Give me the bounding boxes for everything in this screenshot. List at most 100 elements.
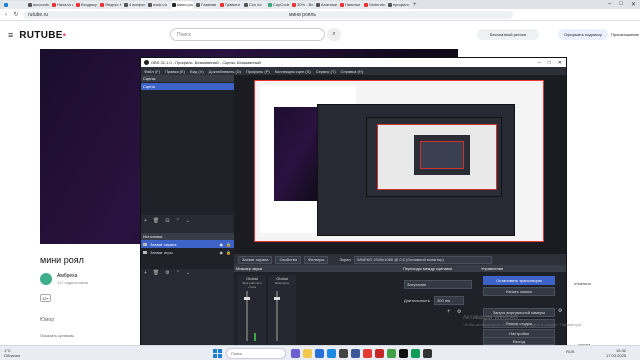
browser-tab[interactable]: Сок ло bbox=[243, 0, 266, 9]
app-icon[interactable] bbox=[411, 349, 420, 358]
edge-icon[interactable] bbox=[315, 349, 324, 358]
obs-logo-icon bbox=[144, 60, 149, 65]
store-icon[interactable] bbox=[327, 349, 336, 358]
obs-icon[interactable] bbox=[399, 349, 408, 358]
browser-tab[interactable]: Гравити bbox=[219, 0, 242, 9]
search-input[interactable]: Поиск bbox=[170, 28, 325, 41]
app-icon[interactable] bbox=[363, 349, 372, 358]
close-icon[interactable]: ✕ bbox=[631, 1, 636, 8]
search-icon[interactable]: ⌕ bbox=[327, 28, 341, 41]
obs-menu-item[interactable]: Коллекция сцен (S) bbox=[275, 69, 311, 74]
start-recording-button[interactable]: Начать запись bbox=[483, 287, 555, 296]
browser-tab[interactable]: Анатомия bbox=[315, 0, 338, 9]
obs-title: OBS 31.1.0 - Профиль: Безымянный - Сцены… bbox=[151, 60, 261, 65]
browser-tab[interactable]: Главная bbox=[195, 0, 218, 9]
add-icon[interactable]: + bbox=[144, 270, 147, 276]
up-icon[interactable]: ⌃ bbox=[175, 218, 179, 224]
gear-icon[interactable]: ⚙ bbox=[165, 270, 169, 276]
trash-icon[interactable]: 🗑 bbox=[153, 270, 159, 276]
subscribe-button[interactable]: Оформить подписку bbox=[558, 29, 608, 40]
login-button[interactable]: Произношение bbox=[611, 29, 639, 40]
new-tab-button[interactable]: + bbox=[413, 2, 417, 8]
screen-select[interactable]: ЗАЧЕКО 1920x1080 @ 0,0 (Основной монитор… bbox=[353, 255, 492, 264]
scene-toolbar: + 🗑 ⊟ ⌃ ⌄ bbox=[141, 216, 234, 225]
eye-icon[interactable]: ◉ bbox=[220, 242, 224, 247]
minimize-icon[interactable]: – bbox=[608, 1, 611, 8]
app-icon[interactable] bbox=[351, 349, 360, 358]
gear-icon[interactable]: ⚙ bbox=[558, 308, 562, 314]
filter-icon[interactable]: ⊟ bbox=[165, 218, 169, 224]
obs-close-icon[interactable]: ✕ bbox=[558, 60, 562, 66]
obs-menu-item[interactable]: Доктаблевать (D) bbox=[209, 69, 241, 74]
lock-icon[interactable]: 🔒 bbox=[226, 242, 231, 247]
obs-menu-item[interactable]: Профиль (P) bbox=[246, 69, 270, 74]
obs-menu-item[interactable]: Вид (V) bbox=[190, 69, 204, 74]
task-view-icon[interactable] bbox=[291, 349, 300, 358]
obs-menu-item[interactable]: Файл (F) bbox=[144, 69, 160, 74]
taskbar-search-input[interactable]: Поиск bbox=[226, 348, 286, 359]
down-icon[interactable]: ⌄ bbox=[186, 218, 190, 224]
rutube-logo[interactable]: RUTUBE bbox=[19, 30, 62, 41]
clock-date: 17.03.2025 bbox=[606, 353, 627, 358]
filters-button[interactable]: Фильтры bbox=[304, 255, 329, 264]
add-icon[interactable]: + bbox=[447, 309, 451, 315]
fader-knob[interactable] bbox=[274, 297, 280, 300]
browser-tab[interactable]: Входящие bbox=[75, 0, 98, 9]
duration-input[interactable]: 300 ms bbox=[434, 296, 464, 305]
tray-lang[interactable]: RUS bbox=[566, 349, 574, 354]
file-explorer-icon[interactable] bbox=[303, 349, 312, 358]
menu-icon[interactable]: ≡ bbox=[8, 30, 13, 40]
browser-tab[interactable]: CopCode bbox=[267, 0, 290, 9]
properties-button[interactable]: Свойства bbox=[275, 255, 302, 264]
gear-icon[interactable]: ⚙ bbox=[457, 309, 461, 315]
browser-tab[interactable]: Начало игр bbox=[51, 0, 74, 9]
free-region-button[interactable]: Бесплатный регион bbox=[477, 29, 539, 40]
browser-tab[interactable]: accounts bbox=[27, 0, 50, 9]
app-icon[interactable] bbox=[423, 349, 432, 358]
browser-tab[interactable]: Nintendo bbox=[363, 0, 386, 9]
obs-menu-item[interactable]: Сервис (T) bbox=[316, 69, 336, 74]
url-field[interactable]: rutube.ru bbox=[23, 10, 513, 19]
transition-select[interactable]: Затухание bbox=[404, 280, 472, 289]
lock-icon[interactable]: 🔒 bbox=[226, 250, 231, 255]
yandex-icon[interactable] bbox=[375, 349, 384, 358]
clock[interactable]: 15:32 17.03.2025 bbox=[606, 348, 626, 358]
add-icon[interactable]: + bbox=[144, 218, 147, 224]
obs-menu-item[interactable]: Справка (H) bbox=[341, 69, 363, 74]
exit-button[interactable]: Выход bbox=[483, 337, 555, 345]
category-label[interactable]: Юмор bbox=[40, 317, 54, 323]
app-icon[interactable] bbox=[387, 349, 396, 358]
windows-start-icon[interactable] bbox=[213, 349, 222, 358]
favicon-icon bbox=[100, 2, 104, 7]
browser-tab[interactable]: Напитки bbox=[339, 0, 362, 9]
maximize-icon[interactable]: □ bbox=[619, 1, 623, 8]
obs-maximize-icon[interactable]: □ bbox=[548, 60, 551, 66]
weather-widget[interactable]: 1°C Облачно bbox=[4, 348, 20, 358]
browser-tab[interactable]: 4 вопрос bbox=[123, 0, 146, 9]
up-icon[interactable]: ⌃ bbox=[176, 270, 180, 276]
browser-tab[interactable]: профиль bbox=[387, 0, 410, 9]
obs-menu-item[interactable]: Правка (E) bbox=[165, 69, 185, 74]
scene-item[interactable]: Сцена bbox=[141, 83, 234, 90]
show-more-link[interactable]: Показать целиком bbox=[40, 333, 74, 338]
down-icon[interactable]: ⌄ bbox=[186, 270, 190, 276]
avatar[interactable] bbox=[40, 273, 52, 285]
stop-stream-button[interactable]: Остановить трансляцию bbox=[483, 276, 555, 285]
channel-name[interactable]: Амбреха bbox=[57, 273, 77, 279]
browser-tab[interactable]: Яндекс М bbox=[99, 0, 122, 9]
trash-icon[interactable]: 🗑 bbox=[153, 218, 159, 224]
tab-label: Начало игр bbox=[57, 2, 73, 7]
reload-icon[interactable]: ↻ bbox=[13, 11, 19, 18]
back-icon[interactable]: ‹ bbox=[3, 12, 9, 18]
obs-minimize-icon[interactable]: – bbox=[538, 60, 541, 66]
source-item[interactable]: Захват экрана ◉ 🔒 bbox=[141, 240, 234, 248]
fader-knob[interactable] bbox=[244, 297, 250, 300]
address-bar: ‹ ↻ rutube.ru мини рояль bbox=[0, 9, 640, 21]
app-icon[interactable] bbox=[339, 349, 348, 358]
browser-tab[interactable] bbox=[3, 0, 26, 9]
source-item[interactable]: Захват игры ◉ 🔒 bbox=[141, 248, 234, 256]
browser-tab[interactable]: мини рояль bbox=[171, 0, 194, 9]
browser-tab[interactable]: wudu.ru bbox=[147, 0, 170, 9]
browser-tab[interactable]: 30% - Ве bbox=[291, 0, 314, 9]
eye-icon[interactable]: ◉ bbox=[220, 250, 224, 255]
